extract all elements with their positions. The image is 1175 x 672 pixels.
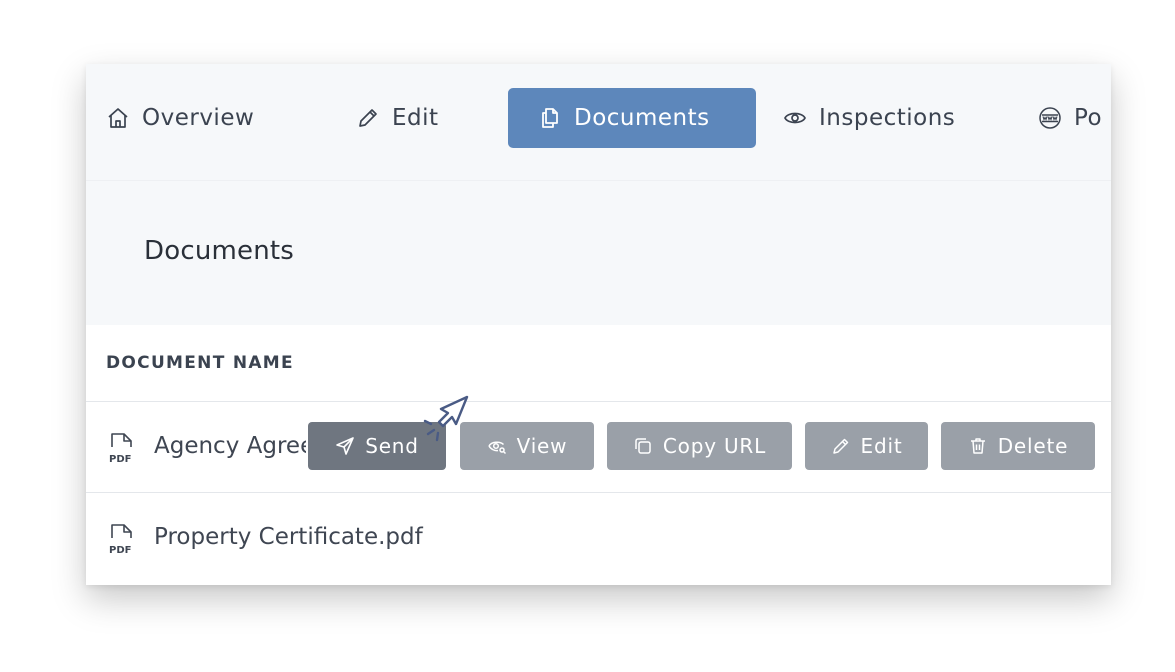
tab-label: Overview <box>142 105 255 131</box>
property-documents-panel: Overview Edit Documents Inspections Po D… <box>86 64 1111 585</box>
document-name[interactable]: Agency Agreement.pdf <box>154 433 306 459</box>
section-title: Documents <box>144 236 295 266</box>
www-globe-icon <box>1038 106 1062 130</box>
tab-documents[interactable]: Documents <box>508 88 756 148</box>
copy-url-button[interactable]: Copy URL <box>607 422 792 470</box>
table-row[interactable]: PDF Property Certificate.pdf <box>86 493 1111 585</box>
document-name[interactable]: Property Certificate.pdf <box>154 524 423 550</box>
documents-section-header: Documents <box>86 181 1111 325</box>
copy-icon <box>633 436 653 456</box>
tab-bar: Overview Edit Documents Inspections Po <box>86 64 1111 181</box>
stage: Overview Edit Documents Inspections Po D… <box>0 0 1175 672</box>
delete-label: Delete <box>997 434 1069 458</box>
tab-portals[interactable]: Po <box>1038 88 1102 148</box>
tab-label: Documents <box>574 105 710 131</box>
trash-icon <box>968 436 988 456</box>
tab-label: Po <box>1074 105 1103 131</box>
delete-button[interactable]: Delete <box>941 422 1095 470</box>
table-header: DOCUMENT NAME <box>86 325 1111 402</box>
eye-icon <box>783 106 807 130</box>
edit-button[interactable]: Edit <box>805 422 928 470</box>
table-row[interactable]: PDF Agency Agreement.pdf Send <box>86 402 1111 493</box>
send-label: Send <box>365 434 419 458</box>
copy-icon <box>538 106 562 130</box>
send-icon <box>335 436 355 456</box>
eye-search-icon <box>487 436 507 456</box>
edit-label: Edit <box>860 434 903 458</box>
tab-overview[interactable]: Overview <box>106 88 254 148</box>
pdf-file-icon: PDF <box>108 432 136 465</box>
tab-label: Inspections <box>819 105 956 131</box>
column-header-document-name[interactable]: DOCUMENT NAME <box>106 353 294 373</box>
pencil-icon <box>831 436 851 456</box>
tab-label: Edit <box>392 105 439 131</box>
copy-url-label: Copy URL <box>662 434 767 458</box>
tab-edit[interactable]: Edit <box>356 88 439 148</box>
view-label: View <box>516 434 568 458</box>
home-icon <box>106 106 130 130</box>
send-button[interactable]: Send <box>308 422 446 470</box>
pencil-icon <box>356 106 380 130</box>
svg-text:PDF: PDF <box>109 545 131 555</box>
view-button[interactable]: View <box>460 422 594 470</box>
svg-text:PDF: PDF <box>109 454 131 464</box>
tab-inspections[interactable]: Inspections <box>783 88 955 148</box>
pdf-file-icon: PDF <box>108 523 136 556</box>
